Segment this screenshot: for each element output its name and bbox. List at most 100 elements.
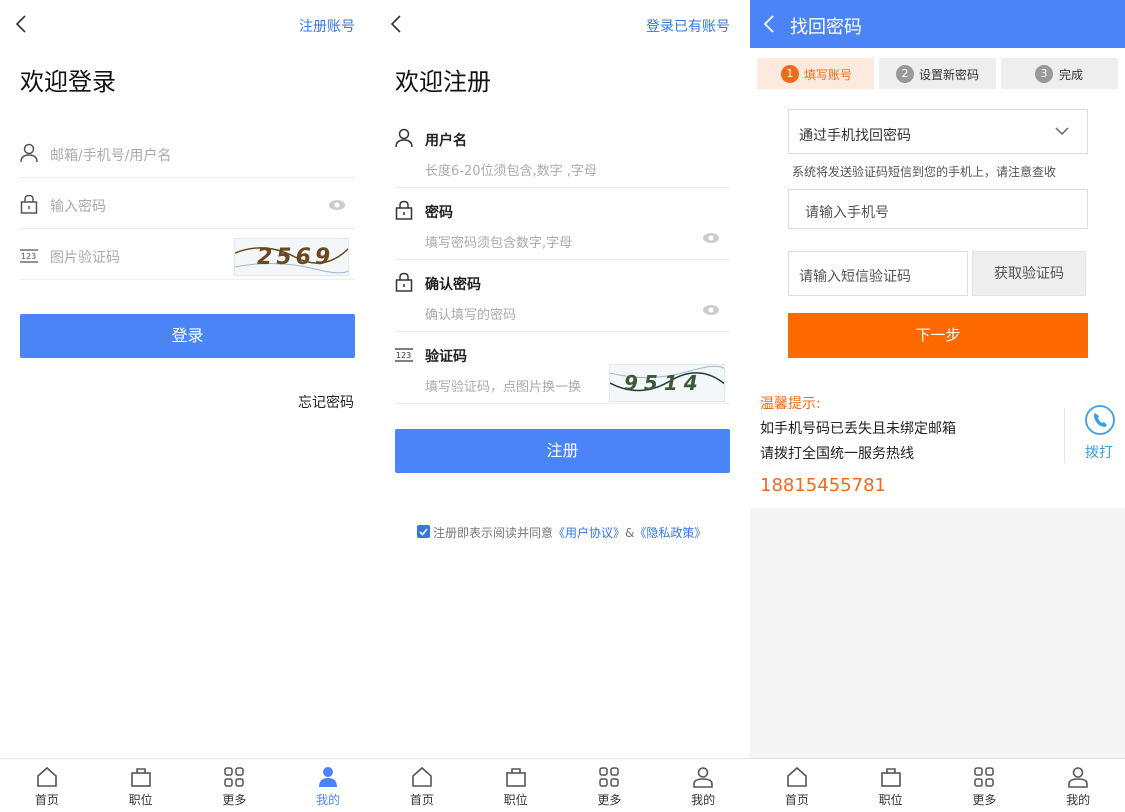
- grid-icon: [599, 767, 620, 787]
- recovery-method-value: 通过手机找回密码: [799, 128, 911, 144]
- nav-more-label: 更多: [972, 793, 997, 807]
- privacy-policy-link[interactable]: 《隐私政策》: [634, 526, 706, 540]
- svg-text:123: 123: [396, 351, 411, 360]
- forgot-password-link[interactable]: 忘记密码: [298, 392, 354, 412]
- back-arrow-icon[interactable]: [12, 14, 32, 34]
- hotline-number: 18815455781: [760, 475, 886, 496]
- home-icon: [37, 766, 57, 787]
- sms-code-placeholder: 请输入短信验证码: [799, 269, 911, 285]
- divider: [1064, 408, 1065, 463]
- nav-mine-label: 我的: [316, 793, 341, 807]
- nav-more[interactable]: 更多: [563, 759, 657, 812]
- grid-icon: [224, 767, 245, 787]
- captcha-field[interactable]: 123 图片验证码 2569: [20, 230, 355, 280]
- nav-jobs-label: 职位: [128, 793, 153, 807]
- captcha-image[interactable]: 9514: [609, 364, 725, 402]
- user-agreement-link[interactable]: 《用户协议》: [553, 526, 625, 540]
- nav-home-label: 首页: [409, 793, 434, 807]
- nav-mine-label: 我的: [1066, 793, 1091, 807]
- recovery-method-select[interactable]: 通过手机找回密码: [788, 109, 1088, 154]
- password-field[interactable]: 密码 填写密码须包含数字,字母: [395, 188, 730, 260]
- login-button[interactable]: 登录: [20, 314, 355, 358]
- and-text: &: [625, 526, 635, 540]
- phone-call-icon: [1085, 405, 1115, 435]
- back-arrow-icon[interactable]: [387, 14, 407, 34]
- register-screen: 登录已有账号 欢迎注册 用户名 长度6-20位须包含,数字 ,字母 密码 填写密…: [375, 0, 750, 812]
- step-2: 2 设置新密码: [879, 58, 996, 89]
- captcha-123-icon: 123: [20, 249, 38, 263]
- sms-notice: 系统将发送验证码短信到您的手机上，请注意查收: [792, 165, 1057, 179]
- password-field[interactable]: 输入密码: [20, 179, 355, 229]
- confirm-password-input[interactable]: 确认填写的密码: [425, 304, 516, 323]
- nav-more-label: 更多: [597, 793, 622, 807]
- captcha-text: 9514: [624, 371, 704, 395]
- briefcase-icon: [505, 768, 526, 787]
- username-field[interactable]: 用户名 长度6-20位须包含,数字 ,字母: [395, 116, 730, 188]
- tips-line-1: 如手机号码已丢失且未绑定邮箱: [760, 421, 956, 437]
- username-input[interactable]: 长度6-20位须包含,数字 ,字母: [425, 160, 597, 179]
- register-account-link[interactable]: 注册账号: [299, 16, 355, 36]
- captcha-field[interactable]: 123 验证码 填写验证码，点图片换一换 9514: [395, 332, 730, 404]
- nav-jobs[interactable]: 职位: [94, 759, 188, 812]
- agree-checkbox[interactable]: [417, 525, 430, 538]
- captcha-text: 2569: [257, 245, 335, 270]
- step-3: 3 完成: [1001, 58, 1118, 89]
- next-step-button[interactable]: 下一步: [788, 313, 1088, 358]
- lock-icon: [20, 194, 38, 214]
- nav-home[interactable]: 首页: [0, 759, 94, 812]
- captcha-image[interactable]: 2569: [234, 238, 349, 276]
- nav-jobs-label: 职位: [878, 793, 903, 807]
- step-1: 1 填写账号: [757, 58, 874, 89]
- step-2-label: 设置新密码: [919, 68, 980, 82]
- confirm-password-label: 确认密码: [425, 277, 481, 293]
- eye-icon[interactable]: [702, 304, 720, 316]
- phone-input[interactable]: 请输入手机号: [788, 189, 1088, 229]
- captcha-input[interactable]: 图片验证码: [50, 247, 120, 267]
- password-label: 密码: [425, 205, 453, 221]
- get-code-button[interactable]: 获取验证码: [972, 251, 1086, 296]
- tips-line-2: 请拨打全国统一服务热线: [760, 446, 914, 462]
- person-filled-icon: [319, 767, 338, 787]
- page-title: 欢迎登录: [20, 68, 116, 96]
- step-1-number: 1: [781, 65, 799, 83]
- agree-text: 注册即表示阅读并同意: [433, 526, 554, 540]
- nav-mine[interactable]: 我的: [656, 759, 750, 812]
- bottom-nav: 首页 职位 更多 我的: [0, 758, 375, 812]
- password-input[interactable]: 填写密码须包含数字,字母: [425, 232, 572, 251]
- home-icon: [787, 766, 807, 787]
- login-existing-link[interactable]: 登录已有账号: [646, 16, 730, 36]
- nav-mine-label: 我的: [691, 793, 716, 807]
- bottom-nav: 首页 职位 更多 我的: [750, 758, 1125, 812]
- person-icon: [1068, 767, 1088, 788]
- nav-home[interactable]: 首页: [375, 759, 469, 812]
- username-label: 用户名: [425, 133, 467, 149]
- register-button[interactable]: 注册: [395, 429, 730, 473]
- password-input[interactable]: 输入密码: [50, 196, 106, 216]
- account-input[interactable]: 邮箱/手机号/用户名: [50, 145, 171, 165]
- home-icon: [412, 766, 432, 787]
- nav-home[interactable]: 首页: [750, 759, 844, 812]
- step-3-label: 完成: [1059, 68, 1084, 82]
- nav-home-label: 首页: [34, 793, 59, 807]
- grid-icon: [974, 767, 995, 787]
- eye-icon[interactable]: [702, 232, 720, 244]
- sms-code-input[interactable]: 请输入短信验证码: [788, 251, 968, 296]
- nav-mine[interactable]: 我的: [281, 759, 375, 812]
- account-field[interactable]: 邮箱/手机号/用户名: [20, 128, 355, 178]
- nav-more[interactable]: 更多: [938, 759, 1032, 812]
- call-button[interactable]: 拨打: [1080, 404, 1120, 464]
- login-screen: 注册账号 欢迎登录 邮箱/手机号/用户名 输入密码 123 图片验证码 2569…: [0, 0, 375, 812]
- nav-mine[interactable]: 我的: [1031, 759, 1125, 812]
- nav-more[interactable]: 更多: [188, 759, 282, 812]
- confirm-password-field[interactable]: 确认密码 确认填写的密码: [395, 260, 730, 332]
- back-arrow-icon[interactable]: [760, 14, 780, 34]
- nav-jobs[interactable]: 职位: [844, 759, 938, 812]
- eye-icon[interactable]: [328, 199, 346, 211]
- step-1-label: 填写账号: [804, 68, 853, 82]
- nav-home-label: 首页: [784, 793, 809, 807]
- briefcase-icon: [880, 768, 901, 787]
- recover-password-screen: 找回密码 1 填写账号 2 设置新密码 3 完成 通过手机找回密码 系统将发送验…: [750, 0, 1125, 812]
- nav-jobs[interactable]: 职位: [469, 759, 563, 812]
- svg-text:123: 123: [21, 252, 36, 261]
- captcha-input[interactable]: 填写验证码，点图片换一换: [425, 376, 581, 395]
